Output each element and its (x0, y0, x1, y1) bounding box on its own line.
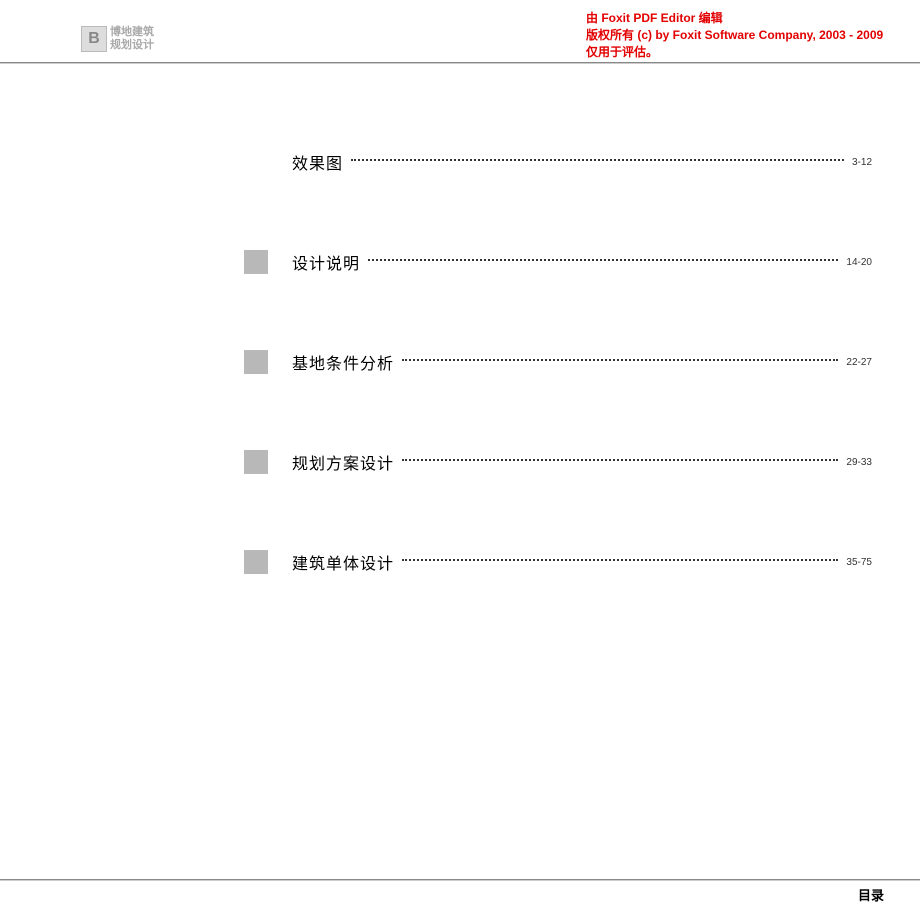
watermark-line3: 仅用于评估。 (586, 44, 883, 61)
logo-line2: 规划设计 (110, 39, 154, 52)
bullet-icon (244, 550, 268, 574)
watermark-line2: 版权所有 (c) by Foxit Software Company, 2003… (586, 27, 883, 44)
toc-page: 22-27 (846, 357, 872, 368)
table-of-contents: 效果图 3-12 设计说明 14-20 基地条件分析 22-27 规划方案设计 … (244, 150, 872, 650)
toc-title: 建筑单体设计 (292, 550, 394, 574)
footer-label: 目录 (858, 885, 884, 904)
toc-page: 35-75 (846, 557, 872, 568)
toc-title: 基地条件分析 (292, 350, 394, 374)
watermark-line1: 由 Foxit PDF Editor 编辑 (586, 10, 883, 27)
logo-line1: 博地建筑 (110, 26, 154, 39)
toc-dots (402, 459, 838, 461)
top-border (0, 62, 920, 64)
toc-dots (402, 359, 838, 361)
toc-title: 规划方案设计 (292, 450, 394, 474)
toc-row: 基地条件分析 22-27 (244, 350, 872, 374)
toc-row: 规划方案设计 29-33 (244, 450, 872, 474)
bottom-border (0, 879, 920, 881)
toc-dots (351, 159, 844, 161)
logo-text: 博地建筑 规划设计 (110, 26, 154, 52)
toc-row: 建筑单体设计 35-75 (244, 550, 872, 574)
toc-title: 设计说明 (292, 250, 360, 274)
toc-page: 3-12 (852, 157, 872, 168)
logo: B 博地建筑 规划设计 (81, 26, 154, 52)
toc-dots (402, 559, 838, 561)
toc-page: 29-33 (846, 457, 872, 468)
toc-row: 设计说明 14-20 (244, 250, 872, 274)
logo-mark: B (81, 26, 107, 52)
watermark: 由 Foxit PDF Editor 编辑 版权所有 (c) by Foxit … (586, 10, 883, 60)
bullet-spacer (244, 150, 268, 174)
toc-row: 效果图 3-12 (244, 150, 872, 174)
bullet-icon (244, 250, 268, 274)
toc-dots (368, 259, 838, 261)
bullet-icon (244, 450, 268, 474)
toc-page: 14-20 (846, 257, 872, 268)
toc-title: 效果图 (292, 150, 343, 174)
bullet-icon (244, 350, 268, 374)
